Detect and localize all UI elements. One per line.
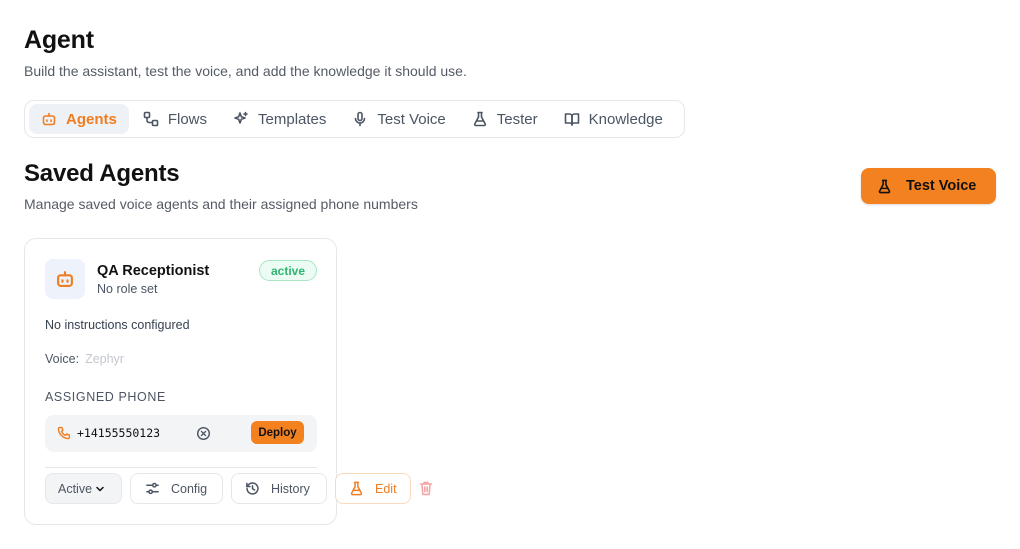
tab-label: Knowledge	[588, 110, 663, 128]
test-voice-button[interactable]: Test Voice	[861, 168, 996, 204]
edit-button[interactable]: Edit	[335, 473, 411, 504]
instructions-text: No instructions configured	[45, 318, 190, 332]
voice-label: Voice:	[45, 352, 80, 366]
tab-bar: Agents Flows Templates Test Voice Tester…	[24, 100, 685, 138]
agent-name: QA Receptionist	[97, 263, 210, 279]
agent-card: QA Receptionist No role set active No in…	[24, 238, 433, 525]
tab-agents[interactable]: Agents	[29, 104, 129, 134]
status-select[interactable]: Active	[45, 473, 122, 504]
agent-avatar	[45, 259, 85, 299]
config-label: Config	[171, 481, 208, 496]
tab-flows[interactable]: Flows	[131, 104, 219, 134]
bot-icon	[57, 271, 73, 287]
sliders-icon	[146, 482, 159, 495]
tab-test-voice[interactable]: Test Voice	[340, 104, 457, 134]
section-subtitle: Manage saved voice agents and their assi…	[24, 196, 418, 212]
sparkles-icon	[234, 111, 248, 124]
status-select-value: Active	[58, 481, 93, 496]
page-title: Agent	[24, 26, 94, 54]
divider	[45, 467, 317, 468]
tab-label: Test Voice	[377, 110, 446, 128]
deploy-button[interactable]: Deploy	[251, 421, 304, 444]
agent-role: No role set	[97, 282, 158, 296]
tab-knowledge[interactable]: Knowledge	[552, 104, 675, 134]
trash-icon[interactable]	[418, 480, 434, 496]
config-button[interactable]: Config	[130, 473, 223, 504]
flask-icon	[350, 481, 363, 496]
tab-label: Templates	[258, 110, 327, 128]
section-title: Saved Agents	[24, 160, 180, 187]
history-button[interactable]: History	[231, 473, 327, 504]
tab-label: Tester	[496, 110, 538, 128]
tab-templates[interactable]: Templates	[221, 104, 338, 134]
unassign-phone-icon[interactable]	[196, 426, 211, 441]
bot-icon	[42, 112, 56, 126]
tab-label: Flows	[167, 110, 208, 128]
chevron-down-icon	[96, 486, 104, 491]
voice-value: Zephyr	[85, 352, 124, 366]
assigned-phone-row: +14155550123 Deploy	[45, 415, 317, 452]
test-voice-button-label: Test Voice	[906, 178, 977, 194]
microphone-icon	[355, 111, 366, 127]
history-label: History	[271, 481, 310, 496]
history-icon	[246, 482, 259, 495]
voice-row: Voice: Zephyr	[45, 352, 124, 366]
phone-icon	[57, 426, 71, 440]
page-subtitle: Build the assistant, test the voice, and…	[24, 63, 467, 79]
tab-label: Agents	[66, 110, 117, 128]
flows-icon	[143, 111, 159, 127]
flask-icon	[473, 111, 486, 127]
book-icon	[564, 113, 579, 126]
tab-tester[interactable]: Tester	[460, 104, 550, 134]
status-badge: active	[259, 260, 317, 281]
flask-icon	[878, 179, 891, 193]
phone-number: +14155550123	[77, 426, 161, 440]
edit-label: Edit	[375, 481, 397, 496]
assigned-phone-label: ASSIGNED PHONE	[45, 390, 166, 404]
